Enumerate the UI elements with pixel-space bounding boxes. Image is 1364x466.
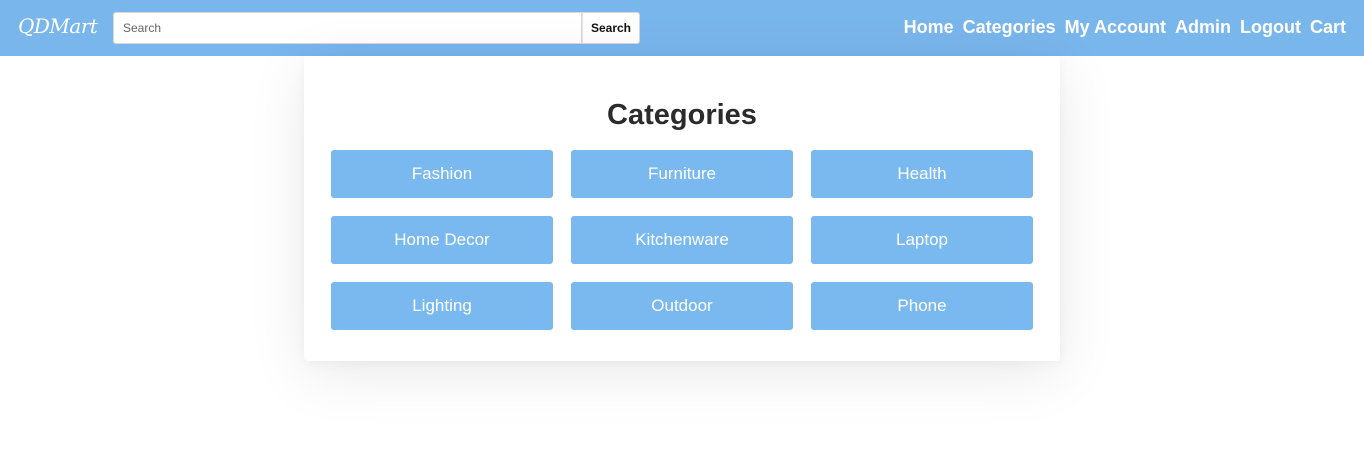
search-button[interactable]: Search (582, 12, 640, 44)
category-button-outdoor[interactable]: Outdoor (571, 282, 793, 330)
nav-logout-link[interactable]: Logout (1240, 15, 1301, 39)
search-input[interactable] (113, 12, 582, 44)
nav-cart-link[interactable]: Cart (1310, 15, 1346, 39)
categories-card: Categories Fashion Furniture Health Home… (304, 56, 1060, 361)
category-button-furniture[interactable]: Furniture (571, 150, 793, 198)
nav-categories-link[interactable]: Categories (963, 15, 1056, 39)
category-button-phone[interactable]: Phone (811, 282, 1033, 330)
page-title: Categories (607, 99, 757, 131)
category-button-health[interactable]: Health (811, 150, 1033, 198)
category-button-laptop[interactable]: Laptop (811, 216, 1033, 264)
nav-admin-link[interactable]: Admin (1175, 15, 1231, 39)
nav-my-account-link[interactable]: My Account (1065, 15, 1166, 39)
category-button-kitchenware[interactable]: Kitchenware (571, 216, 793, 264)
category-button-fashion[interactable]: Fashion (331, 150, 553, 198)
category-grid: Fashion Furniture Health Home Decor Kitc… (331, 150, 1033, 330)
nav-home-link[interactable]: Home (904, 15, 954, 39)
top-navbar: QDMart Search Home Categories My Account… (0, 0, 1364, 56)
main-nav: Home Categories My Account Admin Logout … (904, 15, 1346, 39)
category-button-home-decor[interactable]: Home Decor (331, 216, 553, 264)
category-button-lighting[interactable]: Lighting (331, 282, 553, 330)
site-logo[interactable]: QDMart (18, 12, 98, 40)
